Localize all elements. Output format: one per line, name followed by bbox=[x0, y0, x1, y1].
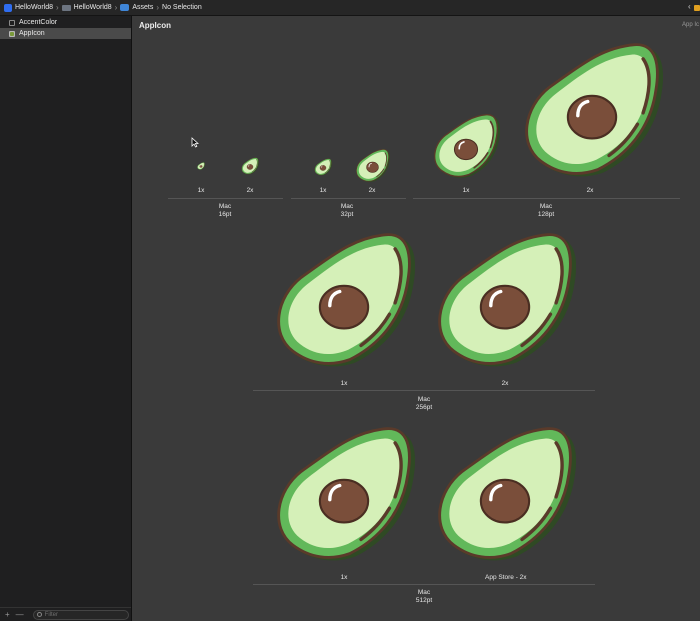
sidebar-item-accentcolor[interactable]: AccentColor bbox=[0, 17, 131, 28]
slot-label: 1x bbox=[197, 187, 205, 194]
folder-icon bbox=[61, 4, 71, 11]
slot-label: 2x bbox=[501, 380, 509, 387]
group-label-256pt: Mac 256pt bbox=[415, 396, 433, 411]
filter-input[interactable]: Filter bbox=[32, 609, 129, 620]
asset-list-sidebar: AccentColor AppIcon + — Filter bbox=[0, 16, 132, 621]
avocado-icon-128-2x[interactable] bbox=[521, 39, 663, 181]
avocado-icon-32-2x[interactable] bbox=[355, 148, 390, 183]
app-icon-set-icon bbox=[9, 30, 15, 37]
avocado-icon-16-1x[interactable] bbox=[197, 162, 205, 170]
group-label-16pt: Mac 16pt bbox=[218, 203, 232, 218]
slot-label: 1x bbox=[462, 187, 470, 194]
app-icon bbox=[4, 3, 12, 12]
mouse-pointer-icon bbox=[191, 137, 199, 148]
breadcrumb-project[interactable]: HelloWorld8 bbox=[4, 3, 53, 12]
group-label-32pt: Mac 32pt bbox=[340, 203, 354, 218]
divider bbox=[253, 390, 595, 391]
group-label-512pt: Mac 512pt bbox=[415, 589, 433, 604]
asset-title: AppIcon bbox=[139, 21, 171, 30]
chevron-right-icon: › bbox=[156, 3, 160, 12]
warning-icon bbox=[694, 5, 700, 11]
breadcrumb-selection[interactable]: No Selection bbox=[162, 4, 202, 11]
slot-label: 1x bbox=[319, 187, 327, 194]
slot-label: 1x bbox=[340, 574, 348, 581]
chevron-right-icon: › bbox=[56, 3, 59, 12]
chevron-right-icon: › bbox=[114, 3, 118, 12]
breadcrumb-folder[interactable]: HelloWorld8 bbox=[61, 4, 112, 11]
slot-label: 2x bbox=[586, 187, 594, 194]
avocado-icon-32-1x[interactable] bbox=[314, 158, 332, 176]
breadcrumb-catalog[interactable]: Assets bbox=[120, 4, 153, 11]
filter-icon bbox=[36, 612, 42, 617]
avocado-icon-256-2x[interactable] bbox=[434, 229, 576, 371]
avocado-icon-256-1x[interactable] bbox=[273, 229, 415, 371]
avocado-icon-512-appstore[interactable] bbox=[434, 423, 576, 565]
avocado-icon-16-2x[interactable] bbox=[241, 157, 259, 175]
breadcrumb: HelloWorld8 › HelloWorld8 › Assets › No … bbox=[0, 0, 700, 16]
sidebar-footer: + — Filter bbox=[0, 607, 131, 621]
add-button[interactable]: + bbox=[5, 610, 10, 619]
related-items-control[interactable]: ‹ bbox=[688, 2, 700, 13]
slot-label: 1x bbox=[340, 380, 348, 387]
sidebar-item-appicon[interactable]: AppIcon bbox=[0, 28, 131, 39]
slot-label: 2x bbox=[246, 187, 254, 194]
slot-label: App Store - 2x bbox=[485, 574, 527, 581]
attributes-label: App Ic bbox=[682, 22, 700, 28]
color-swatch-icon bbox=[9, 19, 15, 26]
divider bbox=[291, 198, 406, 199]
divider bbox=[168, 198, 283, 199]
remove-button[interactable]: — bbox=[16, 610, 24, 619]
avocado-icon-512-1x[interactable] bbox=[273, 423, 415, 565]
asset-catalog-icon bbox=[120, 4, 130, 11]
divider bbox=[253, 584, 595, 585]
slot-label: 2x bbox=[368, 187, 376, 194]
divider bbox=[413, 198, 680, 199]
avocado-icon-128-1x[interactable] bbox=[432, 112, 500, 180]
group-label-128pt: Mac 128pt bbox=[537, 203, 555, 218]
chevron-left-icon: ‹ bbox=[688, 2, 691, 11]
